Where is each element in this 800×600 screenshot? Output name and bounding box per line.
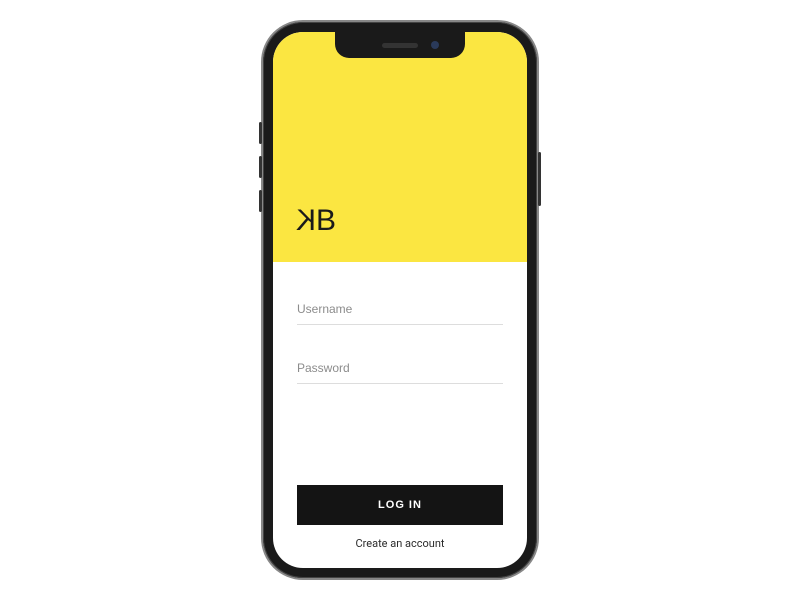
phone-notch — [335, 32, 465, 58]
create-account-link[interactable]: Create an account — [297, 537, 503, 550]
login-form: LOG IN Create an account — [273, 262, 527, 568]
username-field[interactable] — [297, 290, 503, 325]
front-camera-icon — [431, 41, 439, 49]
app-logo: KB — [297, 204, 335, 238]
speaker-icon — [382, 43, 418, 48]
password-field[interactable] — [297, 349, 503, 384]
phone-device-frame: KB LOG IN Create an account — [263, 22, 537, 578]
hero-panel: KB — [273, 32, 527, 262]
phone-screen: KB LOG IN Create an account — [273, 32, 527, 568]
login-button[interactable]: LOG IN — [297, 485, 503, 525]
